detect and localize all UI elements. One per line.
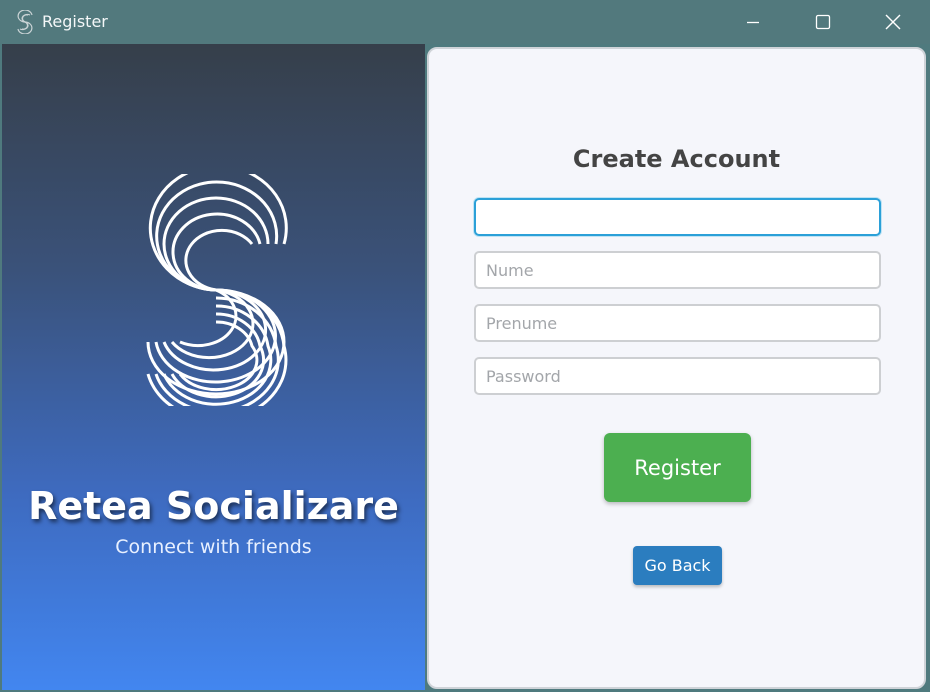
close-icon	[885, 14, 901, 30]
maximize-button[interactable]	[789, 0, 857, 44]
form-title: Create Account	[572, 145, 781, 173]
window-title: Register	[42, 12, 108, 31]
maximize-icon	[815, 14, 831, 30]
register-button[interactable]: Register	[604, 433, 751, 502]
brand-panel: Retea Socializare Connect with friends	[2, 44, 425, 690]
title-bar[interactable]: Register	[0, 0, 930, 44]
username-field[interactable]	[474, 198, 881, 236]
prenume-field[interactable]	[474, 304, 881, 342]
minimize-button[interactable]	[719, 0, 787, 44]
go-back-button[interactable]: Go Back	[633, 546, 722, 585]
nume-field[interactable]	[474, 251, 881, 289]
close-button[interactable]	[859, 0, 927, 44]
app-logo-icon	[17, 10, 33, 34]
brand-name: Retea Socializare	[28, 484, 399, 528]
password-field[interactable]	[474, 357, 881, 395]
s-lines-logo-icon	[146, 174, 288, 406]
brand-tagline: Connect with friends	[115, 536, 312, 558]
minimize-icon	[747, 21, 759, 24]
register-card: Create Account Register Go Back	[427, 47, 926, 689]
